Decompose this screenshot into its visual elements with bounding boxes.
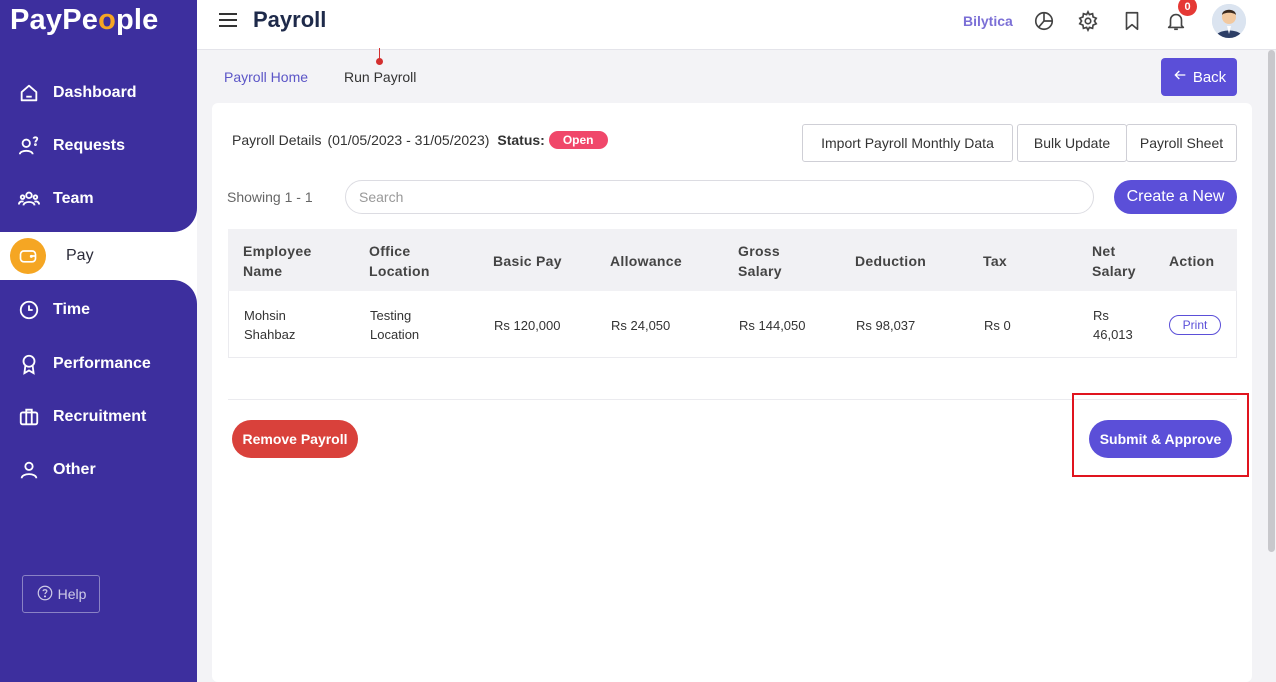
team-icon: [18, 188, 40, 210]
nav-shape: [0, 208, 197, 232]
top-header: Payroll Bilytica 0: [197, 0, 1276, 50]
cell-tax: Rs 0: [984, 318, 1011, 333]
status-badge: Open: [548, 131, 608, 149]
arrow-left-icon: [1172, 67, 1188, 87]
help-label: Help: [57, 586, 87, 602]
create-new-button[interactable]: Create a New: [1114, 180, 1237, 214]
person-question-icon: [18, 135, 40, 157]
col-allowance[interactable]: Allowance: [610, 251, 682, 271]
breadcrumb-home-link[interactable]: Payroll Home: [224, 69, 308, 85]
menu-icon[interactable]: [219, 13, 237, 27]
help-button[interactable]: Help: [22, 575, 100, 613]
cell-employee: Mohsin Shahbaz: [244, 308, 296, 342]
sidebar-item-time[interactable]: Time: [0, 286, 197, 334]
sidebar-item-label: Performance: [53, 355, 151, 372]
pie-chart-icon[interactable]: [1032, 9, 1056, 33]
back-button[interactable]: Back: [1161, 58, 1237, 96]
sidebar-item-label: Time: [53, 301, 91, 318]
payroll-card: Payroll Details (01/05/2023 - 31/05/2023…: [212, 103, 1252, 682]
briefcase-icon: [18, 406, 40, 428]
payroll-details: Payroll Details (01/05/2023 - 31/05/2023…: [232, 131, 608, 149]
scrollbar-thumb[interactable]: [1268, 50, 1275, 552]
cell-location: Testing Location: [370, 308, 420, 342]
cell-allowance: Rs 24,050: [611, 318, 671, 333]
cell-basic-pay: Rs 120,000: [494, 318, 561, 333]
company-name[interactable]: Bilytica: [963, 13, 1013, 29]
sidebar-item-other[interactable]: Other: [0, 446, 197, 494]
col-gross-salary[interactable]: Gross Salary: [738, 241, 782, 281]
app-logo[interactable]: PayPeople: [10, 4, 159, 37]
highlight-box: [1072, 393, 1249, 477]
user-icon: [18, 459, 40, 481]
col-basic-pay[interactable]: Basic Pay: [493, 251, 562, 271]
page-scrollbar[interactable]: [1266, 50, 1276, 682]
col-employee-name[interactable]: Employee Name: [243, 241, 312, 281]
payroll-sheet-button[interactable]: Payroll Sheet: [1126, 124, 1237, 162]
sidebar-item-label: Requests: [53, 137, 126, 154]
sidebar-item-label: Pay: [66, 247, 94, 264]
print-button[interactable]: Print: [1169, 315, 1221, 335]
search-input[interactable]: Search: [345, 180, 1094, 214]
showing-count: Showing 1 - 1: [227, 189, 313, 205]
home-icon: [18, 82, 40, 104]
sidebar-item-pay[interactable]: Pay: [7, 232, 197, 280]
import-payroll-button[interactable]: Import Payroll Monthly Data: [802, 124, 1013, 162]
bulk-update-button[interactable]: Bulk Update: [1017, 124, 1127, 162]
bookmark-icon[interactable]: [1120, 9, 1144, 33]
help-circle-icon: [36, 584, 54, 605]
table-header: Employee Name Office Location Basic Pay Al…: [228, 229, 1237, 291]
avatar[interactable]: [1212, 4, 1246, 38]
sidebar-item-dashboard[interactable]: Dashboard: [0, 69, 197, 117]
sidebar-item-label: Recruitment: [53, 408, 147, 425]
back-label: Back: [1192, 68, 1227, 86]
cell-gross: Rs 144,050: [739, 318, 806, 333]
cell-deduction: Rs 98,037: [856, 318, 916, 333]
status-label: Status:: [497, 132, 545, 148]
col-office-location[interactable]: Office Location: [369, 241, 430, 281]
col-net-salary[interactable]: Net Salary: [1092, 241, 1136, 281]
details-label: Payroll Details: [232, 132, 322, 148]
table-row: Mohsin Shahbaz Testing Location Rs 120,000…: [228, 291, 1237, 358]
details-period: (01/05/2023 - 31/05/2023): [327, 132, 490, 148]
sidebar-item-performance[interactable]: Performance: [0, 340, 197, 388]
award-icon: [18, 353, 40, 375]
sidebar-item-label: Other: [53, 461, 96, 478]
clock-icon: [18, 299, 40, 321]
page-title: Payroll: [253, 7, 327, 32]
sidebar: PayPeople Dashboard Requests Team Pay Ti…: [0, 0, 197, 682]
cell-net: Rs 46,013: [1093, 308, 1133, 342]
cursor-marker-dot: [376, 58, 383, 65]
sidebar-item-label: Dashboard: [53, 84, 137, 101]
col-tax[interactable]: Tax: [983, 251, 1007, 271]
col-deduction[interactable]: Deduction: [855, 251, 926, 271]
gear-icon[interactable]: [1076, 9, 1100, 33]
notification-badge: 0: [1178, 0, 1197, 16]
sidebar-item-requests[interactable]: Requests: [0, 122, 197, 170]
remove-payroll-button[interactable]: Remove Payroll: [232, 420, 358, 458]
wallet-icon: [10, 238, 46, 274]
sidebar-item-label: Team: [53, 190, 94, 207]
col-action: Action: [1169, 253, 1215, 269]
sidebar-item-recruitment[interactable]: Recruitment: [0, 393, 197, 441]
breadcrumb-current: Run Payroll: [344, 69, 417, 85]
